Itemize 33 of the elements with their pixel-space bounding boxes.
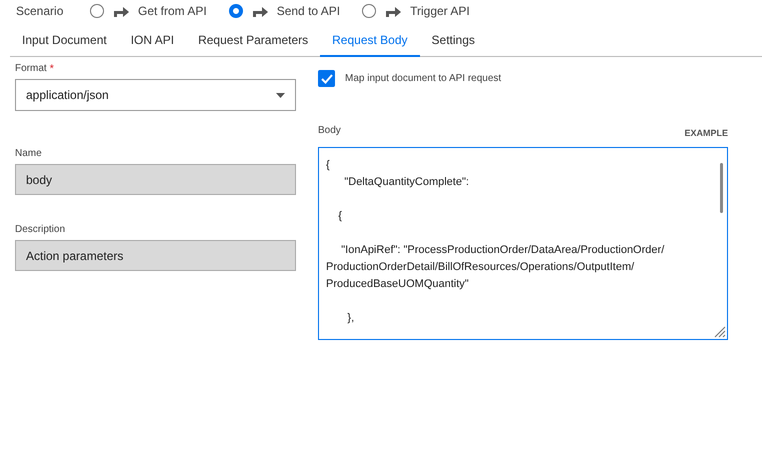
tab[interactable]: ION API [118,24,186,57]
scrollbar[interactable] [720,163,723,213]
example-link[interactable]: EXAMPLE [684,125,728,141]
field-label: Format [15,63,47,74]
radio-button[interactable] [90,4,104,18]
share-arrow-icon [250,4,269,18]
tab[interactable]: Request Body [320,24,420,57]
tab[interactable]: Input Document [10,24,119,57]
tab[interactable]: Settings [420,24,487,57]
code-line: "IonApiRef": "ProcessProductionOrder/DataArea/ProductionOrder/ProductionOrderDetail/BillOfResources/Operations/OutputItem/ProducedBaseUOMQuantity" [326,243,666,292]
radio-label: Send to API [276,4,340,18]
radio-label: Get from API [138,4,207,18]
radio-button[interactable] [362,4,376,18]
field-label: Description [15,224,66,235]
radio-label: Trigger API [410,4,470,18]
code-line: { [337,209,343,224]
body-editor[interactable]: { "DeltaQuantityComplete": { "IonApiRef": "ProcessProductionOrder/DataArea/ProductionOrder/ProductionOrderDetail/BillOfResources/Operations/OutputItem/ProducedBaseUOMQuantity" }, [318,147,728,340]
field-label: Body [318,125,341,136]
code-line: "DeltaQuantityComplete": [343,175,470,190]
scenario-label: Scenario [16,4,64,18]
format-dropdown[interactable]: application/json [15,79,296,111]
tab[interactable]: Request Parameters [186,24,320,57]
caret-icon [276,92,285,98]
code-line: { [326,158,331,173]
required-mark: * [50,63,54,75]
code-line: }, [346,311,356,326]
checkbox-label: Map input document to API request [345,73,502,84]
share-arrow-icon [112,4,130,18]
resize-grip-icon[interactable] [712,324,726,338]
share-arrow-icon [384,4,402,18]
checkbox[interactable] [318,70,335,87]
field-label: Name [15,148,43,159]
radio-button[interactable] [228,4,243,18]
